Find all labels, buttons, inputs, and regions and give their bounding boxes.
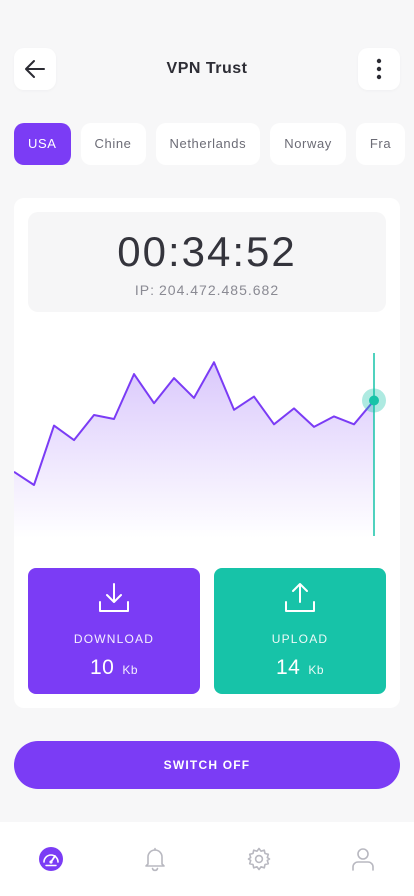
download-icon [99, 583, 129, 612]
nav-settings[interactable] [244, 844, 274, 874]
session-timer: 00:34:52 [117, 228, 297, 275]
more-vertical-icon [376, 58, 382, 80]
chart-point-current[interactable] [369, 395, 379, 406]
upload-amount: 14 [275, 656, 301, 679]
nav-notifications[interactable] [140, 844, 170, 874]
user-icon [352, 848, 374, 871]
upload-unit: Kb [308, 663, 325, 677]
ip-address: IP: 204.472.485.682 [28, 282, 386, 298]
more-menu-button[interactable] [358, 48, 400, 90]
download-unit: Kb [122, 663, 139, 677]
download-label: DOWNLOAD [73, 632, 155, 646]
nav-profile[interactable] [348, 844, 378, 874]
connection-card: 00:34:52 IP: 204.472.485.682 DOWNLOAD 10 K… [14, 198, 400, 708]
download-tile: DOWNLOAD 10 Kb [28, 568, 200, 694]
gear-icon [247, 847, 271, 871]
country-tabs: USA Chine Netherlands Norway Fra [14, 123, 414, 165]
chart-area [14, 362, 374, 538]
upload-value: 14 Kb [214, 656, 386, 680]
page-title: VPN Trust [166, 60, 248, 77]
switch-off-button[interactable]: SWITCH OFF [14, 741, 400, 789]
bottom-nav [0, 822, 414, 896]
ip-value: 204.472.485.682 [159, 282, 280, 298]
session-info: 00:34:52 IP: 204.472.485.682 [28, 212, 386, 312]
download-value: 10 Kb [28, 656, 200, 680]
bell-icon [145, 847, 165, 872]
tab-norway[interactable]: Norway [270, 123, 346, 165]
ip-label: IP: [134, 282, 155, 298]
vpn-screen: VPN Trust USA Chine Netherlands Norway Fra 0… [0, 0, 414, 896]
speedometer-icon [39, 847, 63, 871]
tab-france[interactable]: Fra [355, 123, 406, 165]
download-amount: 10 [89, 656, 115, 679]
tab-netherlands[interactable]: Netherlands [155, 123, 261, 165]
nav-dashboard[interactable] [36, 844, 66, 874]
traffic-chart [14, 353, 386, 538]
upload-label: UPLOAD [271, 632, 329, 646]
upload-icon [285, 583, 315, 612]
tab-chine[interactable]: Chine [80, 123, 146, 165]
tab-usa[interactable]: USA [14, 123, 71, 165]
upload-tile: UPLOAD 14 Kb [214, 568, 386, 694]
